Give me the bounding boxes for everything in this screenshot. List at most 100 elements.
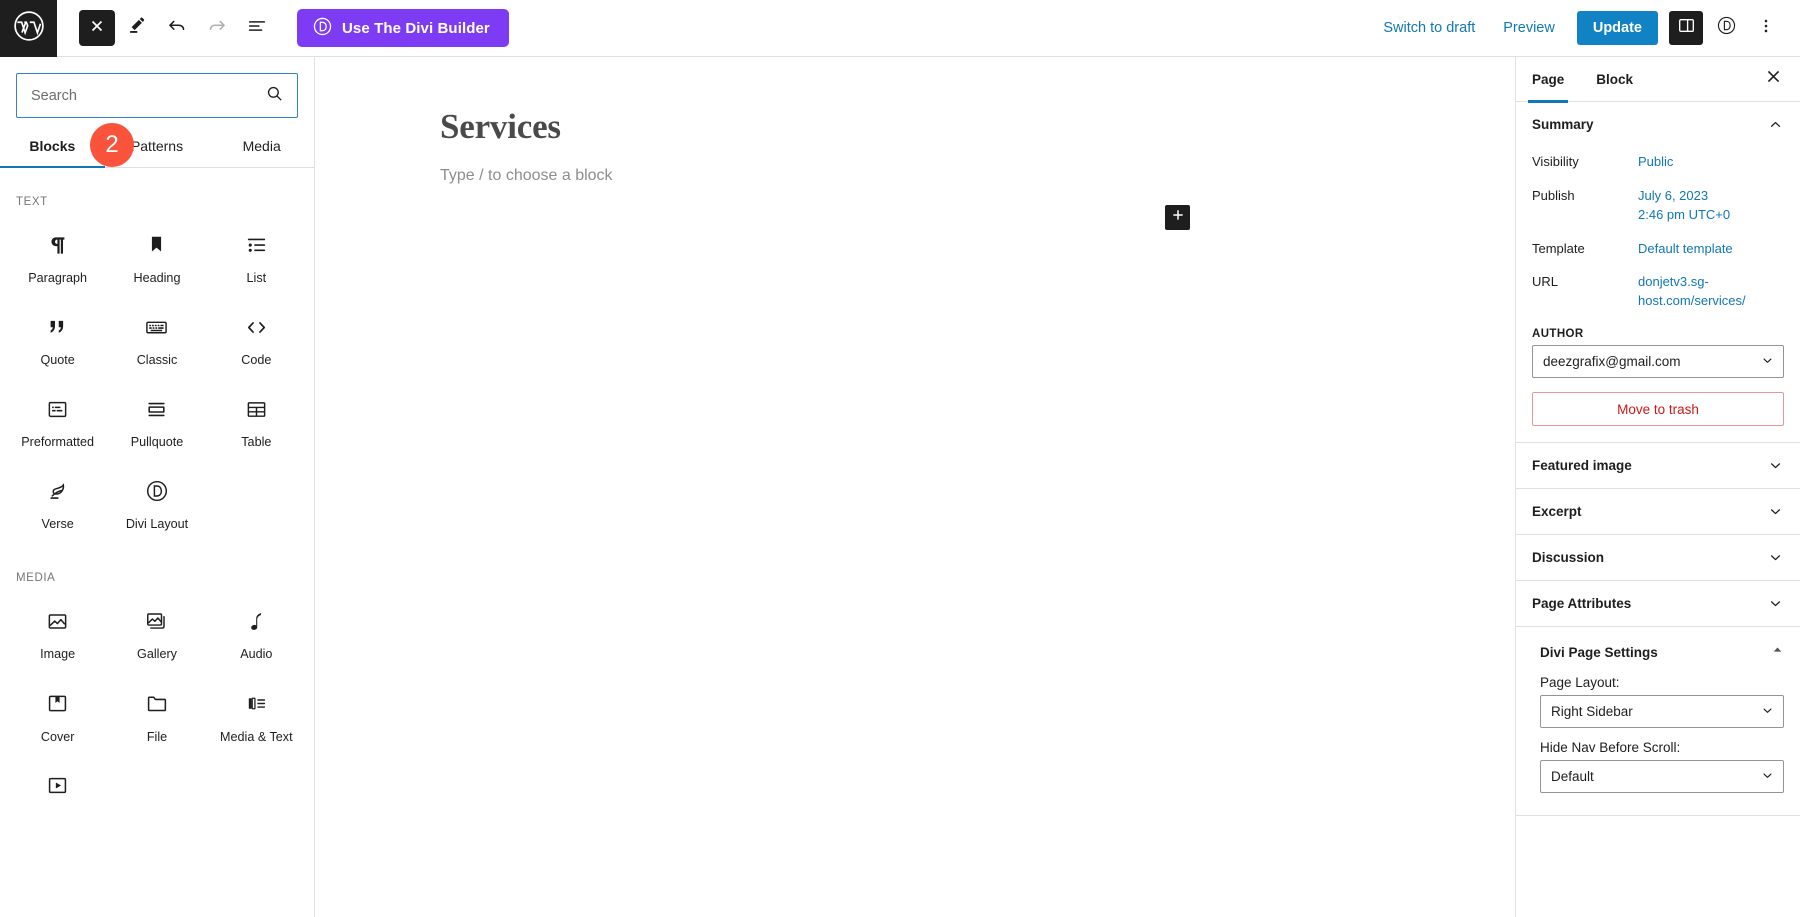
search-box[interactable] — [16, 73, 298, 118]
hide-nav-before-scroll-select[interactable]: Default — [1540, 760, 1784, 794]
page-title[interactable]: Services — [315, 57, 1515, 147]
divi-options-button[interactable] — [1709, 11, 1743, 45]
undo-button[interactable] — [159, 10, 195, 46]
summary-row-visibility: Visibility Public — [1532, 147, 1784, 181]
panel-excerpt-header[interactable]: Excerpt — [1516, 489, 1800, 534]
paragraph-pilcrow-icon — [45, 230, 70, 260]
block-list[interactable]: List — [207, 216, 306, 298]
block-media-and-text[interactable]: Media & Text — [207, 675, 306, 757]
settings-sidebar-toggle[interactable] — [1669, 11, 1703, 45]
close-inserter-button[interactable] — [79, 10, 115, 46]
block-heading[interactable]: Heading — [107, 216, 206, 298]
hide-nav-before-scroll-label: Hide Nav Before Scroll: — [1540, 740, 1681, 756]
sidebar-scroll[interactable]: Summary Visibility Public Publish July 6… — [1516, 102, 1800, 917]
block-gallery[interactable]: Gallery — [107, 592, 206, 674]
block-label: List — [246, 271, 267, 285]
close-sidebar-button[interactable] — [1758, 64, 1788, 94]
tab-block[interactable]: Block — [1580, 57, 1649, 102]
block-classic[interactable]: Classic — [107, 298, 206, 380]
use-divi-builder-label: Use The Divi Builder — [342, 19, 490, 37]
row-label: URL — [1532, 274, 1559, 290]
update-button[interactable]: Update — [1576, 11, 1658, 45]
panel-summary-header[interactable]: Summary — [1516, 102, 1800, 147]
use-divi-builder-button[interactable]: Use The Divi Builder — [297, 9, 509, 47]
inserter-tabs: Blocks Patterns Media — [0, 128, 314, 168]
panel-divi-page-settings-header[interactable]: Divi Page Settings — [1540, 643, 1784, 661]
block-preformatted[interactable]: Preformatted — [8, 380, 107, 462]
block-video[interactable] — [8, 757, 107, 824]
url-value-button[interactable]: donjetv3.sg-host.com/services/ — [1638, 273, 1784, 311]
video-play-box-icon — [45, 771, 70, 801]
block-appender-button[interactable] — [1165, 205, 1190, 230]
block-label: Quote — [40, 353, 75, 368]
author-select[interactable]: deezgrafix@gmail.com — [1532, 345, 1784, 379]
summary-row-publish: Publish July 6, 2023 2:46 pm UTC+0 — [1532, 181, 1784, 234]
toolbar-right-group: Switch to draft Preview Update — [1369, 11, 1800, 45]
edit-tool-button[interactable] — [119, 10, 155, 46]
block-list-scroll[interactable]: TEXT Paragraph Heading List Quote Classi… — [0, 168, 314, 917]
panel-summary: Summary Visibility Public Publish July 6… — [1516, 102, 1800, 444]
block-label: Media & Text — [220, 729, 293, 744]
more-options-button[interactable] — [1749, 11, 1783, 45]
settings-sidebar: Page Block Summary Visibility Public Pub… — [1515, 57, 1800, 917]
verse-feather-icon — [45, 476, 70, 506]
chevron-down-icon — [1760, 703, 1775, 721]
tab-blocks[interactable]: Blocks — [0, 128, 105, 168]
redo-button[interactable] — [199, 10, 235, 46]
block-paragraph[interactable]: Paragraph — [8, 216, 107, 298]
panel-title: Divi Page Settings — [1540, 644, 1658, 660]
preformatted-box-icon — [45, 394, 70, 424]
list-view-icon — [246, 15, 268, 42]
tab-media[interactable]: Media — [209, 128, 314, 167]
template-value-button[interactable]: Default template — [1638, 240, 1784, 259]
category-title-text: TEXT — [16, 196, 48, 208]
block-code[interactable]: Code — [207, 298, 306, 380]
media-and-text-icon — [244, 689, 269, 719]
switch-to-draft-button[interactable]: Switch to draft — [1369, 12, 1489, 44]
block-label: Classic — [136, 353, 178, 368]
chevron-down-icon — [1760, 768, 1775, 786]
audio-music-note-icon — [244, 606, 269, 636]
tab-page[interactable]: Page — [1516, 57, 1580, 103]
block-cover[interactable]: Cover — [8, 675, 107, 757]
panel-page-attributes-header[interactable]: Page Attributes — [1516, 581, 1800, 626]
block-label: Table — [241, 435, 272, 450]
block-quote[interactable]: Quote — [8, 298, 107, 380]
block-verse[interactable]: Verse — [8, 462, 107, 544]
block-label: Heading — [133, 271, 181, 285]
block-label: Paragraph — [28, 271, 88, 285]
move-to-trash-button[interactable]: Move to trash — [1532, 392, 1784, 427]
block-grid-media: Image Gallery Audio Cover File Media & T… — [8, 592, 306, 823]
page-layout-select[interactable]: Right Sidebar — [1540, 695, 1784, 729]
page-layout-label: Page Layout: — [1540, 675, 1620, 691]
block-table[interactable]: Table — [207, 380, 306, 462]
close-x-icon — [1765, 68, 1782, 90]
chevron-down-icon — [1760, 353, 1775, 371]
block-divi-layout[interactable]: Divi Layout — [107, 462, 206, 544]
block-label: Pullquote — [130, 435, 184, 450]
publish-date-button[interactable]: July 6, 2023 2:46 pm UTC+0 — [1638, 187, 1784, 225]
chevron-down-icon — [1767, 549, 1784, 566]
block-image[interactable]: Image — [8, 592, 107, 674]
search-input[interactable] — [31, 87, 265, 104]
post-editor-canvas[interactable]: Services Type / to choose a block 1 — [315, 57, 1515, 917]
block-audio[interactable]: Audio — [207, 592, 306, 674]
block-label: Verse — [41, 517, 74, 532]
wordpress-logo-button[interactable] — [0, 0, 57, 57]
preview-button[interactable]: Preview — [1489, 12, 1569, 44]
panel-divi-page-settings: Divi Page Settings Page Layout: Right Si… — [1516, 627, 1800, 817]
file-folder-icon — [144, 689, 169, 719]
block-label: Code — [241, 353, 272, 368]
editor-body: Blocks Patterns Media TEXT Paragraph — [0, 57, 1800, 917]
block-file[interactable]: File — [107, 675, 206, 757]
visibility-value-button[interactable]: Public — [1638, 153, 1784, 172]
page-layout-value: Right Sidebar — [1551, 704, 1633, 720]
panel-discussion: Discussion — [1516, 535, 1800, 582]
list-view-button[interactable] — [239, 10, 275, 46]
pencil-icon — [127, 15, 148, 41]
empty-block-placeholder[interactable]: Type / to choose a block — [315, 147, 1515, 185]
block-pullquote[interactable]: Pullquote — [107, 380, 206, 462]
panel-discussion-header[interactable]: Discussion — [1516, 535, 1800, 580]
row-label: Template — [1532, 240, 1585, 256]
panel-featured-image-header[interactable]: Featured image — [1516, 443, 1800, 488]
